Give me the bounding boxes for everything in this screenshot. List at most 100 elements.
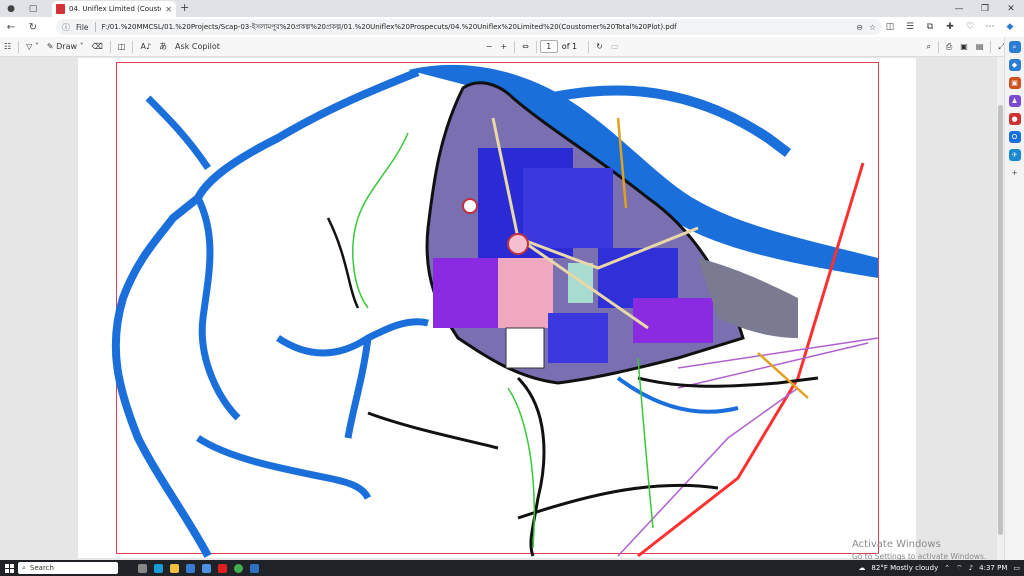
profile-icon[interactable]: ● — [0, 0, 22, 17]
address-scheme-label: File — [76, 22, 89, 32]
find-icon[interactable]: ⌕ — [922, 37, 934, 57]
games-icon[interactable]: ♟ — [1008, 95, 1021, 107]
pdf-toolbar: ☷ ▽ ˅ ✎ Draw ˅ ⌫ ◫ A ♪ あ Ask Copilot − + … — [0, 37, 1024, 57]
draw-button[interactable]: ✎ Draw ˅ — [43, 37, 88, 57]
photos-app-icon[interactable] — [246, 560, 262, 576]
clock[interactable]: 4:37 PM — [979, 564, 1007, 572]
copilot-icon[interactable]: ◆ — [1002, 22, 1018, 32]
address-bar-row: ← ↻ ⓘ File F:/01.%20MMCSL/01.%20Projects… — [0, 17, 1024, 37]
page-number-input[interactable]: 1 — [539, 40, 558, 53]
green-boundary-3 — [637, 357, 654, 529]
tag-icon[interactable]: ◆ — [1008, 59, 1021, 71]
green-boundary-2 — [507, 387, 536, 549]
toolbar-divider — [514, 40, 516, 53]
river-west-4 — [196, 435, 372, 500]
plot-block-south — [548, 313, 608, 363]
highway-purple — [617, 337, 879, 557]
page-total: of 1 — [561, 42, 578, 51]
search-icon: ⌕ — [22, 563, 26, 572]
road-south-2 — [367, 411, 499, 450]
window-controls: — ❐ ✕ — [946, 0, 1024, 17]
store-app-icon[interactable] — [198, 560, 214, 576]
refresh-icon[interactable]: ↻ — [22, 17, 44, 37]
rotate-icon[interactable]: ↻ — [592, 37, 607, 57]
office-icon[interactable]: ● — [1008, 113, 1021, 125]
taskbar-search[interactable]: ⌕ Search — [18, 562, 118, 574]
minimize-icon[interactable]: — — [946, 0, 972, 17]
tab-pdf-document[interactable]: 04. Uniflex Limited (Coustomer T ✕ — [52, 1, 176, 17]
info-icon[interactable]: ⓘ — [62, 22, 70, 33]
pdf-page — [78, 58, 916, 558]
stadium — [505, 327, 545, 369]
drop-icon[interactable]: ✈ — [1008, 149, 1021, 161]
notifications-icon[interactable]: ▭ — [1013, 564, 1020, 572]
volume-icon[interactable]: ♪ — [969, 564, 973, 572]
split-screen-icon[interactable]: ◫ — [882, 22, 898, 32]
more-menu-icon[interactable]: ⋯ — [982, 22, 998, 32]
favorites-icon[interactable]: ☰ — [902, 22, 918, 32]
tab-title: 04. Uniflex Limited (Coustomer T — [69, 5, 161, 13]
collections-icon[interactable]: ⧉ — [922, 22, 938, 32]
weather-text[interactable]: 82°F Mostly cloudy — [871, 564, 938, 572]
outlook-icon[interactable]: O — [1008, 131, 1021, 143]
ask-copilot-button[interactable]: Ask Copilot — [171, 37, 224, 57]
network-icon[interactable]: ⌔ — [956, 564, 963, 573]
tab-strip: ● ▢ 04. Uniflex Limited (Coustomer T ✕ +… — [0, 0, 1024, 17]
favorite-star-icon[interactable]: ☆ — [869, 23, 876, 32]
river-west-3 — [194, 196, 241, 421]
vertical-scrollbar[interactable] — [997, 57, 1004, 560]
mail-app-icon[interactable] — [182, 560, 198, 576]
zoom-icon[interactable]: ⊖ — [856, 23, 863, 32]
fit-page-icon[interactable]: ⇔ — [518, 37, 533, 57]
roundabout-2 — [462, 198, 478, 214]
back-icon[interactable]: ← — [0, 17, 22, 37]
youtube-app-icon[interactable] — [214, 560, 230, 576]
toolbar-divider — [109, 40, 111, 53]
start-button[interactable] — [0, 560, 18, 576]
read-aloud-icon: ♪ — [145, 42, 152, 51]
pdf-icon — [56, 4, 65, 14]
pdf-viewport[interactable]: Activate Windows Go to Settings to activ… — [0, 57, 1004, 561]
windows-logo-icon — [4, 563, 14, 573]
chrome-app-icon[interactable] — [230, 560, 246, 576]
new-tab-button[interactable]: + — [180, 1, 189, 14]
river-west-6 — [344, 337, 372, 439]
edge-app-icon[interactable] — [150, 560, 166, 576]
address-bar[interactable]: ⓘ File F:/01.%20MMCSL/01.%20Projects/Sca… — [56, 19, 882, 35]
workspaces-icon[interactable]: ▢ — [22, 0, 44, 17]
draw-icon: ✎ — [46, 42, 57, 51]
save-icon[interactable]: ▣ — [956, 37, 972, 57]
road-south-1 — [516, 376, 546, 557]
tray-overflow-icon[interactable]: ⌃ — [944, 564, 950, 572]
draw-label: Draw — [56, 42, 78, 51]
add-icon[interactable]: + — [1009, 167, 1021, 179]
zoom-out-icon[interactable]: − — [482, 37, 497, 57]
restore-icon[interactable]: ❐ — [972, 0, 998, 17]
two-page-icon[interactable]: ▭ — [607, 37, 623, 57]
shopping-icon[interactable]: ▣ — [1008, 77, 1021, 89]
erase-icon[interactable]: ⌫ — [88, 37, 107, 57]
address-divider — [94, 22, 96, 32]
page-view-icon[interactable]: ◫ — [114, 37, 130, 57]
search-icon[interactable]: ⌕ — [1008, 41, 1021, 53]
toolbar-divider — [990, 40, 992, 53]
close-window-icon[interactable]: ✕ — [998, 0, 1024, 17]
scrollbar-thumb[interactable] — [998, 105, 1003, 535]
browser-essentials-icon[interactable]: ♡ — [962, 22, 978, 32]
read-aloud-button[interactable]: A ♪ — [136, 37, 155, 57]
translate-icon[interactable]: あ — [155, 37, 171, 57]
task-view-icon[interactable] — [134, 560, 150, 576]
extensions-icon[interactable]: ✚ — [942, 22, 958, 32]
roundabout — [507, 233, 529, 255]
toolbar-divider — [132, 40, 134, 53]
close-tab-icon[interactable]: ✕ — [165, 5, 172, 14]
zoom-in-icon[interactable]: + — [496, 37, 511, 57]
highlight-icon[interactable]: ▽ ˅ — [22, 37, 43, 57]
file-explorer-icon[interactable] — [166, 560, 182, 576]
save-as-icon[interactable]: ▤ — [972, 37, 988, 57]
url-text[interactable]: F:/01.%20MMCSL/01.%20Projects/Scap-03-ইস… — [102, 21, 851, 33]
green-boundary — [352, 132, 409, 309]
contents-icon[interactable]: ☷ — [0, 37, 15, 57]
print-icon[interactable]: ⎙ — [942, 37, 956, 57]
master-plan-drawing — [111, 64, 879, 558]
